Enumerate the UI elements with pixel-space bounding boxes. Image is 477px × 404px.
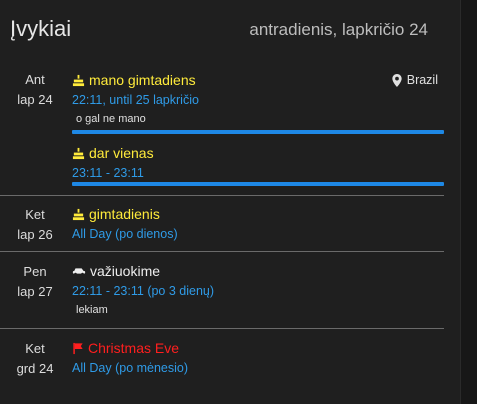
event-time: 23:11 - 23:11 bbox=[72, 166, 144, 180]
event-title: Christmas Eve bbox=[88, 340, 180, 356]
car-icon bbox=[72, 266, 86, 276]
event-title: važiuokime bbox=[90, 263, 161, 279]
divider bbox=[0, 195, 444, 196]
weekday: Ket bbox=[25, 341, 45, 356]
card-header: Įvykiai antradienis, lapkričio 24 bbox=[10, 16, 428, 46]
flag-icon bbox=[72, 342, 84, 355]
weekday: Ant bbox=[25, 72, 45, 87]
day-label: Ant lap 24 bbox=[10, 70, 60, 110]
event-recurrence: (po 3 dienų) bbox=[147, 284, 215, 298]
day-date: grd 24 bbox=[16, 361, 54, 376]
event-title: mano gimtadiens bbox=[89, 72, 196, 88]
cake-icon bbox=[72, 74, 85, 87]
divider bbox=[0, 328, 444, 329]
day-label: Ket grd 24 bbox=[10, 339, 60, 379]
event-recurrence: (po mėnesio) bbox=[115, 361, 189, 375]
event-progress-bar bbox=[72, 130, 444, 134]
location-label: Brazil bbox=[406, 73, 438, 87]
event-time: All Day bbox=[72, 227, 112, 241]
event-recurrence: (po dienos) bbox=[115, 227, 178, 241]
day-label: Pen lap 27 bbox=[10, 262, 60, 302]
event-item[interactable]: dar vienas 23:11 - 23:11 bbox=[72, 144, 444, 182]
event-time: 22:11, until 25 lapkričio bbox=[72, 93, 199, 107]
event-title: dar vienas bbox=[89, 145, 154, 161]
cake-icon bbox=[72, 147, 85, 160]
event-item[interactable]: gimtadienis All Day (po dienos) bbox=[72, 205, 444, 243]
divider bbox=[0, 251, 444, 252]
card-title: Įvykiai bbox=[10, 16, 72, 41]
calendar-card: Įvykiai antradienis, lapkričio 24 Ant la… bbox=[0, 0, 461, 404]
weekday: Ket bbox=[25, 207, 45, 222]
day-date: lap 26 bbox=[17, 227, 53, 242]
event-title: gimtadienis bbox=[89, 206, 160, 222]
day-label: Ket lap 26 bbox=[10, 205, 60, 245]
location-pin-icon bbox=[392, 73, 402, 87]
event-time: All Day bbox=[72, 361, 112, 375]
current-date: antradienis, lapkričio 24 bbox=[249, 20, 428, 39]
day-date: lap 24 bbox=[17, 92, 53, 107]
event-description: o gal ne mano bbox=[76, 113, 146, 125]
event-location: Brazil bbox=[392, 73, 438, 87]
event-progress-bar bbox=[72, 182, 444, 186]
weekday: Pen bbox=[23, 264, 47, 279]
event-description: lekiam bbox=[76, 304, 108, 316]
day-date: lap 27 bbox=[17, 284, 53, 299]
event-item[interactable]: Christmas Eve All Day (po mėnesio) bbox=[72, 339, 444, 377]
event-time: 22:11 - 23:11 bbox=[72, 284, 144, 298]
cake-icon bbox=[72, 208, 85, 221]
event-item[interactable]: mano gimtadiens 22:11, until 25 lapkriči… bbox=[72, 71, 444, 125]
event-item[interactable]: važiuokime 22:11 - 23:11 (po 3 dienų) le… bbox=[72, 262, 444, 316]
